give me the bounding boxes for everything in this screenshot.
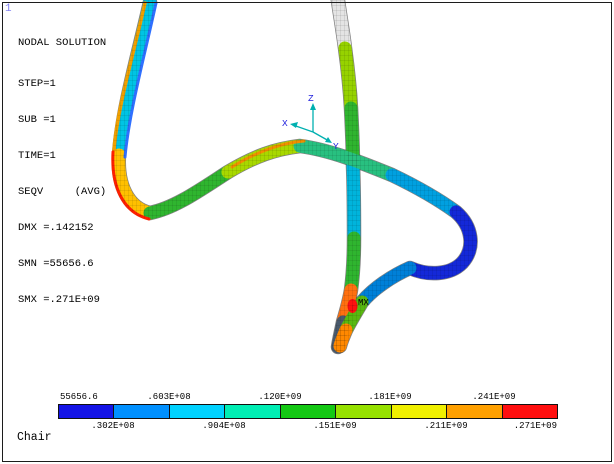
info-line-sub: SUB =1 bbox=[18, 114, 56, 126]
triad-z-label: Z bbox=[308, 93, 314, 104]
info-line-seqv: SEQV (AVG) bbox=[18, 186, 107, 198]
info-line-smx: SMX =.271E+09 bbox=[18, 294, 100, 306]
info-line-dmx: DMX =.142152 bbox=[18, 222, 94, 234]
info-line-time: TIME=1 bbox=[18, 150, 56, 162]
triad-x-arrow bbox=[290, 122, 298, 128]
info-line-step: STEP=1 bbox=[18, 78, 56, 90]
triad-y-label: Y bbox=[333, 141, 339, 152]
triad-z-arrow bbox=[310, 103, 316, 110]
mesh-overlay bbox=[331, 0, 361, 354]
chair-frame-model bbox=[111, 0, 478, 355]
mesh-overlay bbox=[112, 0, 478, 353]
ansys-output-window: Z X Y MX 1 NODAL SOLUTION STEP=1 SUB =1 … bbox=[0, 0, 614, 464]
solution-title: NODAL SOLUTION bbox=[18, 37, 107, 49]
max-stress-marker: MX bbox=[358, 298, 369, 308]
info-line-smn: SMN =55656.6 bbox=[18, 258, 94, 270]
tube-outline bbox=[111, 0, 478, 354]
plot-title: Chair bbox=[17, 431, 52, 444]
plot-number: 1 bbox=[5, 3, 12, 15]
solution-info-block: NODAL SOLUTION STEP=1 SUB =1 TIME=1 SEQV… bbox=[18, 13, 106, 330]
triad-x-label: X bbox=[282, 118, 288, 129]
coordinate-triad bbox=[290, 103, 332, 143]
